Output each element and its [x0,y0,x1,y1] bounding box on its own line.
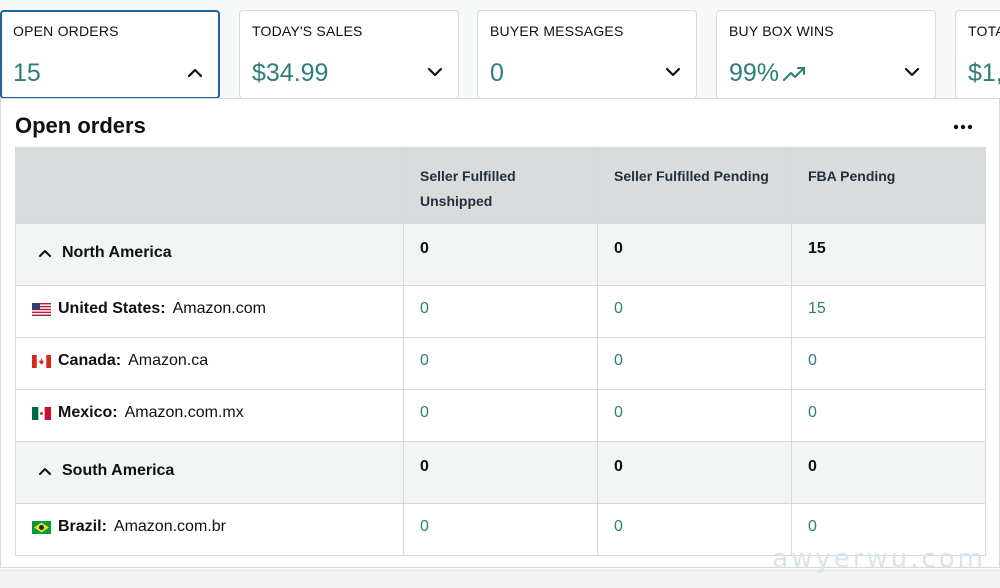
panel-title: Open orders [15,113,146,138]
card-value: 99% [729,59,807,88]
region-cell[interactable]: South America [15,441,404,504]
value-link[interactable]: 0 [791,389,986,442]
country-name: Brazil: [58,518,107,535]
region-cell[interactable]: North America [15,223,404,286]
card-label: OPEN ORDERS [13,23,119,39]
value-cell: 0 [791,441,986,504]
header-empty [15,147,404,224]
marketplace-name: Amazon.com.mx [124,404,244,421]
watermark: awyerwu.com [772,544,986,574]
region-name: South America [62,462,175,479]
trend-up-icon [783,66,806,81]
marketplace-name: Amazon.ca [128,352,209,369]
value-link[interactable]: 0 [597,503,792,556]
open-orders-table: Seller Fulfilled Unshipped Seller Fulfil… [15,147,986,556]
chevron-down-icon[interactable] [664,63,682,81]
chevron-down-icon[interactable] [426,63,444,81]
value-link[interactable]: 0 [403,503,598,556]
market-cell: Canada: Amazon.ca [15,337,404,390]
brazil-flag-icon [32,520,51,534]
table-header-row: Seller Fulfilled Unshipped Seller Fulfil… [15,147,986,224]
marketplace-name: Amazon.com.br [113,518,226,535]
canada-flag-icon [32,354,51,368]
value-link[interactable]: 0 [403,337,598,390]
value-cell: 0 [597,223,792,286]
marketplace-name: Amazon.com [172,300,266,317]
header-fba-pending: FBA Pending [791,147,986,224]
value-cell: 0 [403,223,598,286]
value-link[interactable]: 0 [597,285,792,338]
metric-cards: OPEN ORDERS 15 TODAY'S SALES $34.99 BUYE… [0,0,1000,100]
value-cell: 0 [403,441,598,504]
region-name: North America [62,244,172,261]
card-label: BUYER MESSAGES [490,23,624,39]
country-name: United States: [58,300,166,317]
market-cell: United States: Amazon.com [15,285,404,338]
card-value: $1, [968,59,1000,87]
card-label: TOTA [968,23,1000,39]
market-row-us: United States: Amazon.com 0 0 15 [15,285,986,338]
market-cell: Mexico: Amazon.com.mx [15,389,404,442]
todays-sales-card[interactable]: TODAY'S SALES $34.99 [239,10,459,99]
chevron-up-icon[interactable] [186,64,204,82]
open-orders-card[interactable]: OPEN ORDERS 15 [0,10,220,99]
collapse-caret-icon[interactable] [38,465,52,477]
value-cell: 15 [791,223,986,286]
us-flag-icon [32,302,51,316]
value-link[interactable]: 0 [597,337,792,390]
value-link[interactable]: 0 [403,389,598,442]
value-cell: 0 [597,441,792,504]
total-card[interactable]: TOTA $1, [955,10,1000,99]
mexico-flag-icon [32,406,51,420]
card-value: 0 [490,59,504,87]
region-row-south-america: South America 0 0 0 [15,441,986,504]
more-options-icon[interactable] [951,119,975,135]
card-value: $34.99 [252,59,329,87]
header-seller-unshipped: Seller Fulfilled Unshipped [403,147,598,224]
country-name: Mexico: [58,404,118,421]
card-value: 15 [13,59,41,87]
card-label: BUY BOX WINS [729,23,834,39]
market-row-canada: Canada: Amazon.ca 0 0 0 [15,337,986,390]
market-cell: Brazil: Amazon.com.br [15,503,404,556]
value-link[interactable]: 0 [597,389,792,442]
collapse-caret-icon[interactable] [38,247,52,259]
region-row-north-america: North America 0 0 15 [15,223,986,286]
value-link[interactable]: 0 [791,337,986,390]
header-seller-pending: Seller Fulfilled Pending [597,147,792,224]
buy-box-wins-card[interactable]: BUY BOX WINS 99% [716,10,936,99]
open-orders-panel: Open orders Seller Fulfilled Unshipped S… [0,98,1000,568]
chevron-down-icon[interactable] [903,63,921,81]
card-label: TODAY'S SALES [252,23,363,39]
value-link[interactable]: 15 [791,285,986,338]
value-link[interactable]: 0 [403,285,598,338]
country-name: Canada: [58,352,122,369]
market-row-mexico: Mexico: Amazon.com.mx 0 0 0 [15,389,986,442]
buyer-messages-card[interactable]: BUYER MESSAGES 0 [477,10,697,99]
